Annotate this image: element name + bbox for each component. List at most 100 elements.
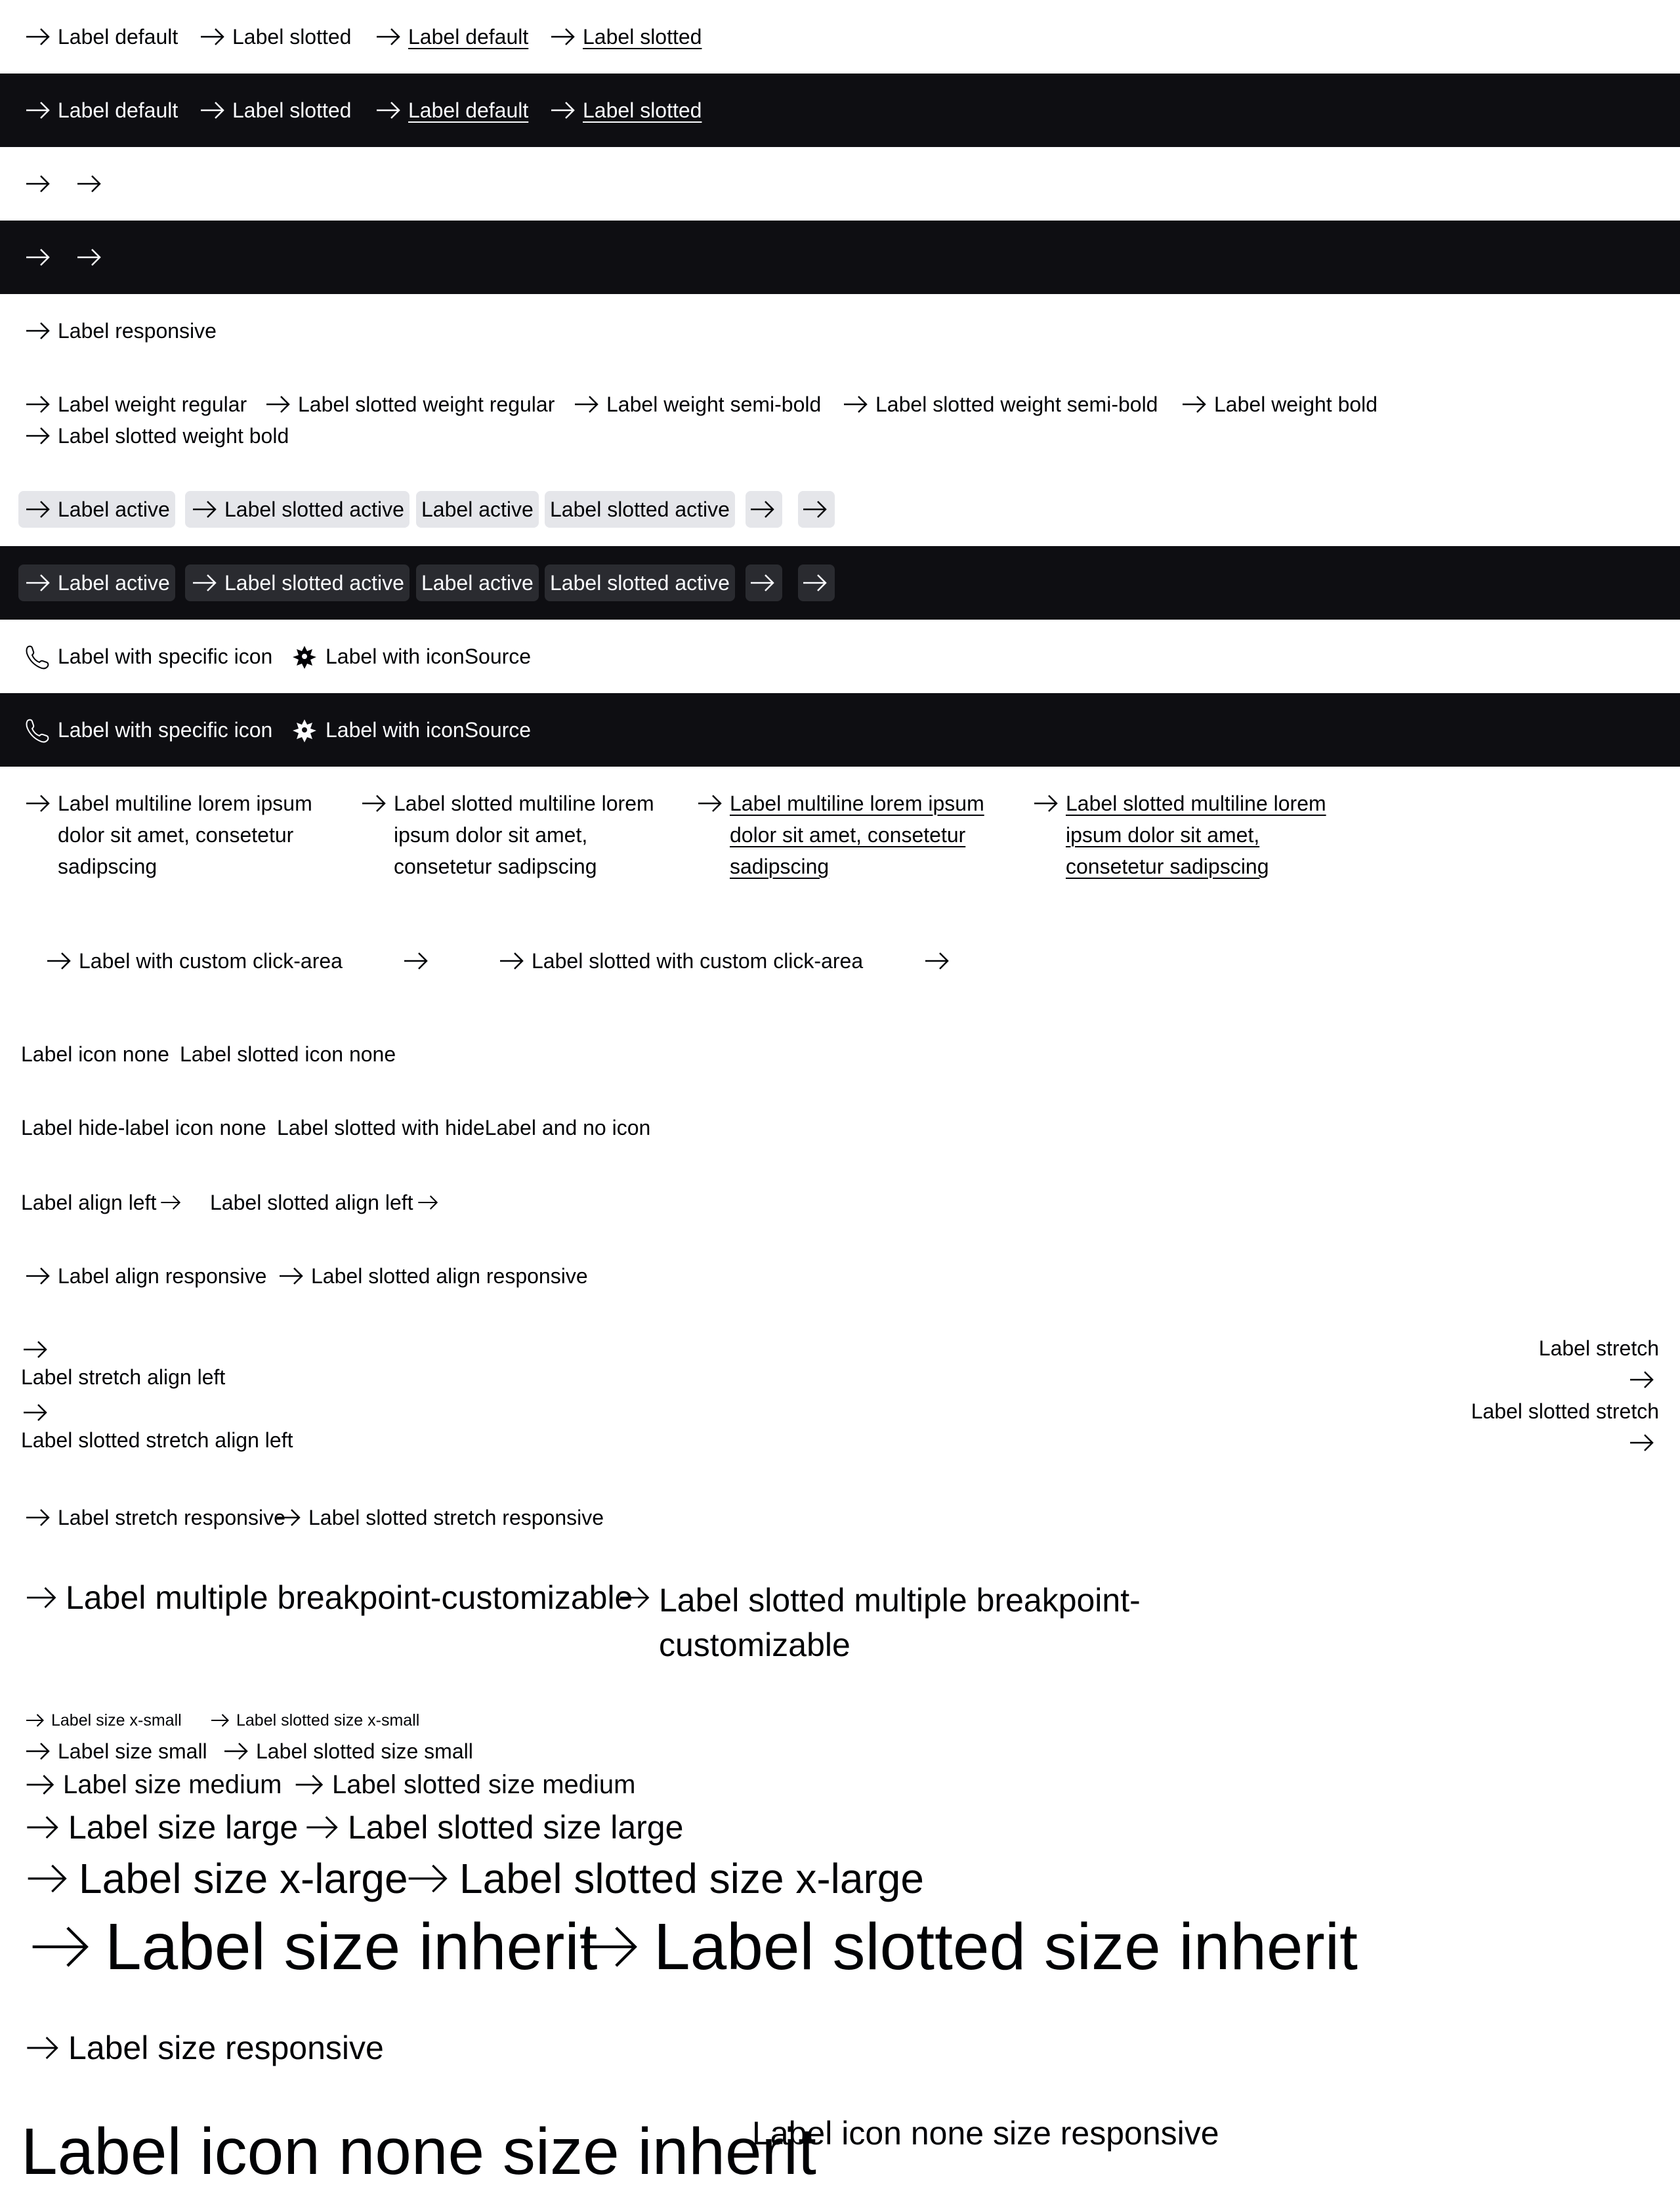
link-icon-only[interactable] [24,171,55,197]
link-slotted-stretch-responsive[interactable]: Label slotted stretch responsive [274,1504,604,1531]
link-slotted-size-inherit[interactable]: Label slotted size inherit [575,1910,1358,1984]
arrow-right-icon [374,97,406,123]
link-slotted-stretch[interactable]: Label slotted stretch [1265,1399,1659,1458]
arrow-right-icon [572,391,604,417]
link-stretch[interactable]: Label stretch [1265,1336,1659,1395]
link-label: Label slotted size x-small [236,1711,420,1730]
link-responsive[interactable]: Label responsive [24,318,217,344]
link-slotted-underline-dark[interactable]: Label slotted [549,97,702,123]
link-slotted-breakpoint-customizable[interactable]: Label slotted multiple breakpoint- custo… [617,1578,1141,1667]
arrow-right-icon [24,24,55,50]
arrow-right-icon [24,244,55,270]
link-slotted-weight-bold[interactable]: Label slotted weight bold [24,423,289,449]
arrow-right-icon [209,1711,234,1730]
link-slotted-active-no-icon[interactable]: Label slotted active [545,491,735,528]
link-size-medium[interactable]: Label size medium [24,1768,282,1801]
arrow-right-icon [24,1504,55,1531]
link-label: Label default [58,98,178,122]
link-multiline-underline[interactable]: Label multiline lorem ipsum dolor sit am… [696,788,984,882]
link-icon-none-size-responsive[interactable]: Label icon none size responsive [752,2112,1219,2154]
link-active-no-icon[interactable]: Label active [416,491,539,528]
link-active[interactable]: Label active [18,491,175,528]
link-icon-only-slotted[interactable] [75,171,106,197]
link-size-xsmall[interactable]: Label size x-small [24,1711,182,1730]
arrow-right-icon [24,1263,55,1289]
link-custom-click-area[interactable]: Label with custom click-area [45,948,343,974]
link-align-responsive[interactable]: Label align responsive [24,1263,266,1289]
link-slotted-active-icon-only[interactable] [798,491,835,528]
link-slotted-weight-regular[interactable]: Label slotted weight regular [264,391,555,417]
arrow-right-icon [1628,1430,1659,1456]
link-breakpoint-customizable[interactable]: Label multiple breakpoint-customizable [24,1578,633,1617]
link-active-dark[interactable]: Label active [18,564,175,601]
link-size-responsive[interactable]: Label size responsive [24,2027,384,2069]
link-icon-none[interactable]: Label icon none [21,1042,169,1067]
link-slotted-active-icon-only-dark[interactable] [798,564,835,601]
link-slotted-active-dark[interactable]: Label slotted active [185,564,410,601]
link-multiline[interactable]: Label multiline lorem ipsum dolor sit am… [24,788,312,882]
link-default-underline[interactable]: Label default [374,24,528,50]
line: sadipscing [58,855,158,878]
link-size-inherit[interactable]: Label size inherit [26,1910,597,1984]
link-hide-label[interactable]: Label hide-label icon none [21,1116,266,1140]
link-active-no-icon-dark[interactable]: Label active [416,564,539,601]
link-label: Label slotted [232,24,352,49]
link-specific-icon[interactable]: Label with specific icon [24,643,272,670]
link-default-dark[interactable]: Label default [24,97,178,123]
link-icon-only-dark[interactable] [24,244,55,270]
link-slotted-align-responsive[interactable]: Label slotted align responsive [277,1263,588,1289]
link-custom-click-area-icon-only[interactable] [402,948,433,974]
link-slotted-weight-semibold[interactable]: Label slotted weight semi-bold [841,391,1158,417]
link-slotted-multiline[interactable]: Label slotted multiline lorem ipsum dolo… [360,788,654,882]
link-icon-source-dark[interactable]: Label with iconSource [291,717,531,743]
link-slotted-size-medium[interactable]: Label slotted size medium [293,1768,635,1801]
link-slotted[interactable]: Label slotted [198,24,351,50]
link-icon-source[interactable]: Label with iconSource [291,643,531,670]
link-specific-icon-dark[interactable]: Label with specific icon [24,717,272,743]
arrow-right-icon [1628,1367,1659,1393]
link-slotted-size-xsmall[interactable]: Label slotted size x-small [209,1711,419,1730]
link-slotted-icon-none[interactable]: Label slotted icon none [180,1042,396,1067]
link-label: Label weight regular [58,392,247,416]
link-icon-none-size-inherit[interactable]: Label icon none size inherit [21,2112,816,2191]
link-default[interactable]: Label default [24,24,178,50]
link-slotted-hide-label[interactable]: Label slotted with hideLabel and no icon [277,1116,650,1140]
phone-icon [24,717,55,743]
link-size-xlarge[interactable]: Label size x-large [24,1852,408,1905]
arrow-right-icon [1032,790,1063,817]
link-slotted-size-xlarge[interactable]: Label slotted size x-large [404,1852,924,1905]
arrow-right-icon [497,948,529,974]
link-default-underline-dark[interactable]: Label default [374,97,528,123]
link-slotted-stretch-align-left[interactable]: Label slotted stretch align left [21,1399,415,1458]
link-active-icon-only[interactable] [746,491,782,528]
link-stretch-align-left[interactable]: Label stretch align left [21,1336,415,1395]
link-label: Label slotted align responsive [311,1264,588,1288]
link-slotted-size-large[interactable]: Label slotted size large [303,1806,683,1848]
link-size-large[interactable]: Label size large [24,1806,298,1848]
link-size-small[interactable]: Label size small [24,1738,207,1764]
link-slotted-size-small[interactable]: Label slotted size small [222,1738,473,1764]
link-label: Label active [58,570,170,595]
link-icon-only-slotted-dark[interactable] [75,244,106,270]
arrow-right-icon [24,1809,66,1846]
link-weight-bold[interactable]: Label weight bold [1180,391,1377,417]
link-slotted-custom-click-area[interactable]: Label slotted with custom click-area [497,948,863,974]
arrow-right-icon [841,391,873,417]
link-slotted-align-left[interactable]: Label slotted align left [210,1189,442,1216]
arrow-right-icon [24,1769,60,1800]
link-slotted-active-no-icon-dark[interactable]: Label slotted active [545,564,735,601]
link-stretch-responsive[interactable]: Label stretch responsive [24,1504,285,1531]
link-weight-semibold[interactable]: Label weight semi-bold [572,391,821,417]
link-slotted-dark[interactable]: Label slotted [198,97,351,123]
link-align-left[interactable]: Label align left [21,1189,185,1216]
link-weight-regular[interactable]: Label weight regular [24,391,247,417]
link-label: Label size large [68,1809,299,1846]
link-label: Label size x-large [79,1855,408,1902]
link-slotted-underline[interactable]: Label slotted [549,24,702,50]
link-slotted-custom-click-area-icon-only[interactable] [923,948,954,974]
line: Label multiline lorem ipsum [730,792,984,815]
link-slotted-active[interactable]: Label slotted active [185,491,410,528]
link-label: Label slotted [583,98,702,122]
link-slotted-multiline-underline[interactable]: Label slotted multiline lorem ipsum dolo… [1032,788,1326,882]
link-active-icon-only-dark[interactable] [746,564,782,601]
